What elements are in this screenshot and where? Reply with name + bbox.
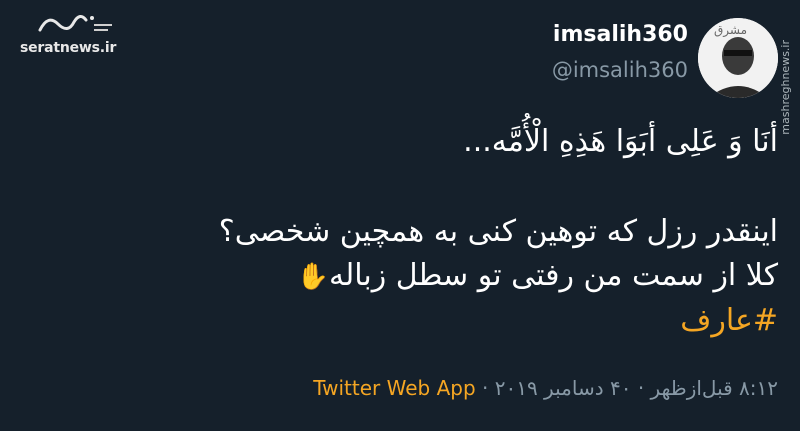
display-name[interactable]: imsalih360 <box>553 22 688 47</box>
meta-separator: · <box>482 376 489 400</box>
tweet-line-1: أنَا وَ عَلِی أبَوَا هَذِهِ الْأُمَّه... <box>463 124 778 159</box>
tweet-date[interactable]: ۴۰ دسامبر ۲۰۱۹ <box>495 376 632 400</box>
avatar-photo-icon: مشرق <box>698 18 778 98</box>
tweet-line-3-text: کلا از سمت من رفتی تو سطل زباله <box>328 258 778 293</box>
hashtag-link[interactable]: #عارف <box>20 299 778 343</box>
tweet-time[interactable]: ۸:۱۲ قبل‌ازظهر <box>651 376 778 400</box>
site-watermark: seratnews.ir <box>12 8 122 58</box>
avatar[interactable]: مشرق <box>698 18 778 98</box>
watermark-url: seratnews.ir <box>20 40 117 56</box>
serat-logo-icon <box>38 15 112 32</box>
raised-hand-icon: ✋ <box>296 262 329 292</box>
tweet-line-3: کلا از سمت من رفتی تو سطل زباله✋ <box>20 254 778 299</box>
side-watermark-text: mashreghnews.ir <box>779 40 792 135</box>
tweet-card: seratnews.ir imsalih360 @imsalih360 مشرق… <box>0 0 800 431</box>
user-handle[interactable]: @imsalih360 <box>552 58 688 82</box>
svg-text:مشرق: مشرق <box>714 23 747 38</box>
tweet-body: أنَا وَ عَلِی أبَوَا هَذِهِ الْأُمَّه...… <box>20 120 778 343</box>
meta-separator: · <box>637 376 645 400</box>
tweet-line-2: اینقدر رزل که توهین کنی به همچین شخصی؟ <box>218 214 778 249</box>
tweet-meta: ۸:۱۲ قبل‌ازظهر · ۴۰ دسامبر ۲۰۱۹ · Twitte… <box>313 376 778 400</box>
source-app-link[interactable]: Twitter Web App <box>313 376 475 400</box>
